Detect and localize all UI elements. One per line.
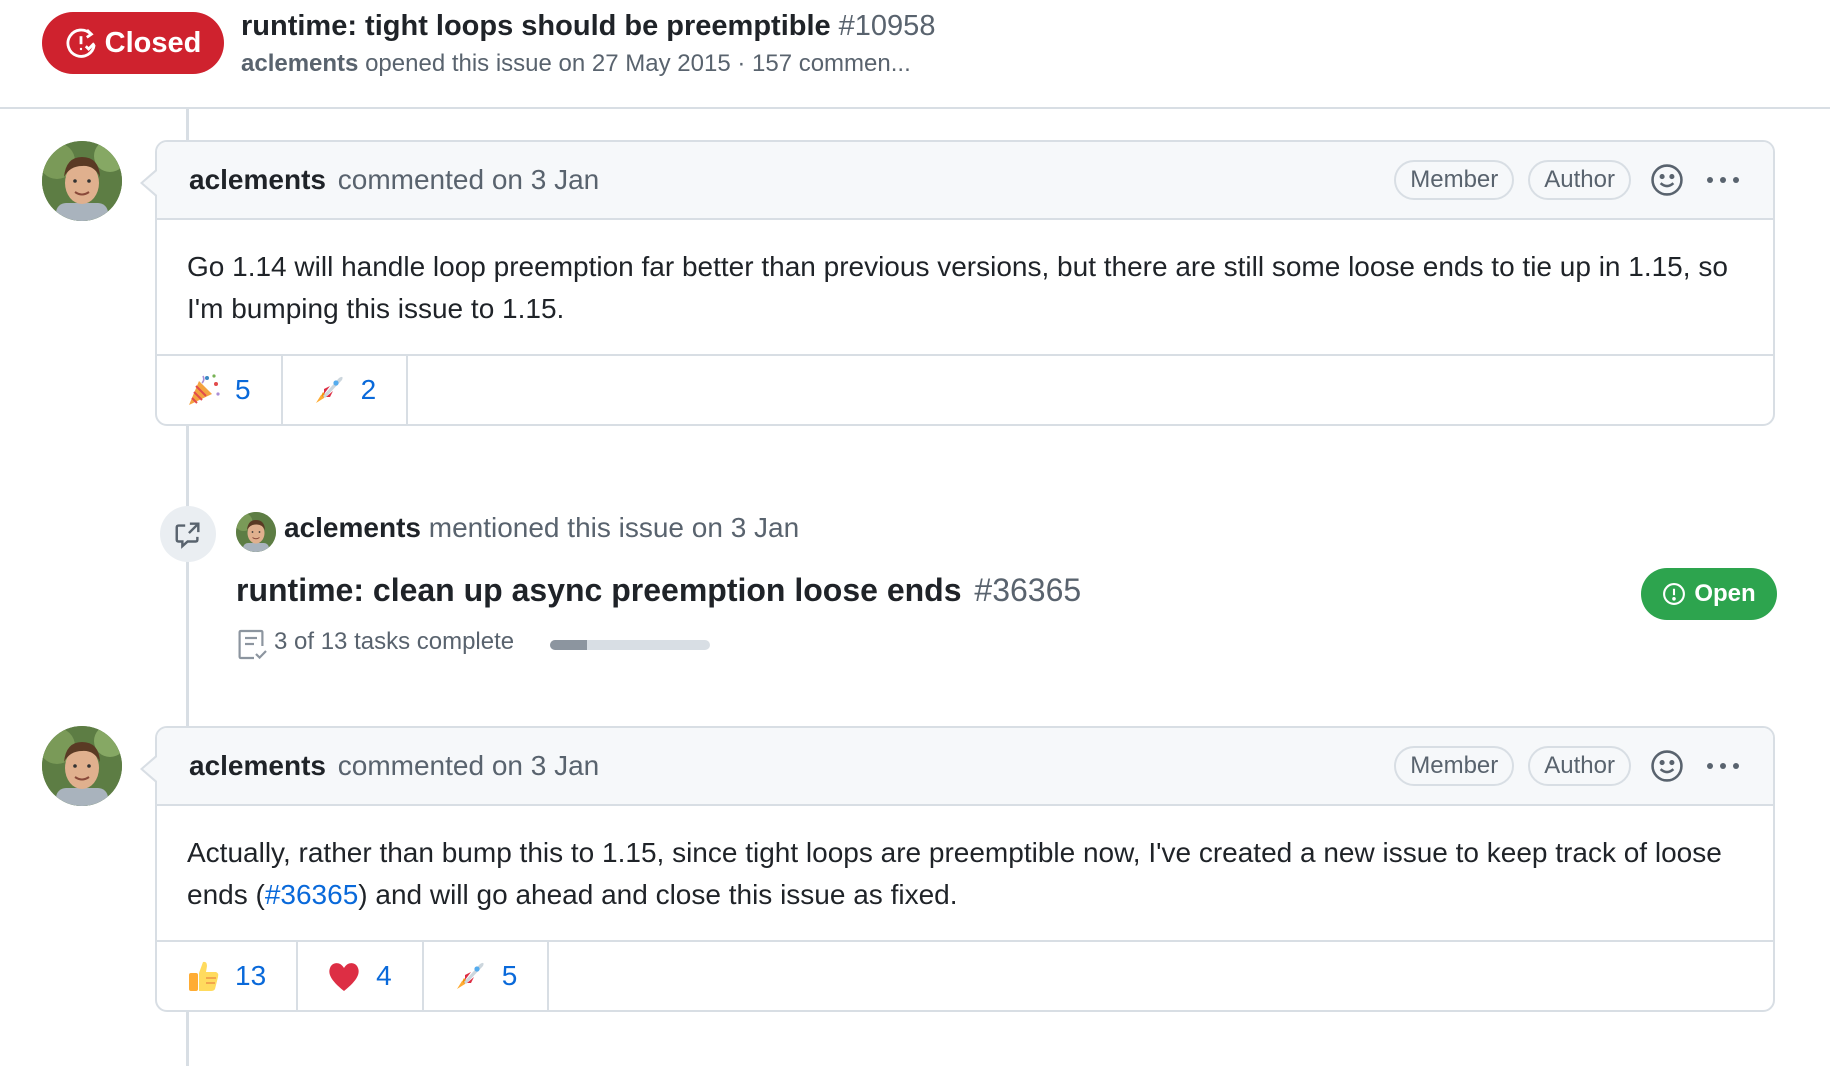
avatar[interactable] <box>236 512 276 552</box>
mention-action: mentioned this issue on 3 Jan <box>428 512 800 543</box>
avatar[interactable] <box>42 726 122 806</box>
avatar-image <box>42 141 122 221</box>
cross-reference-event-badge <box>160 506 216 562</box>
comment-header: aclements commented on 3 Jan Member Auth… <box>140 728 1773 806</box>
comment-caret-fill <box>143 757 157 781</box>
author-badge: Author <box>1528 746 1631 786</box>
reaction-count: 13 <box>235 960 267 991</box>
tasks-progress-fill <box>550 640 587 650</box>
comment-author-link[interactable]: aclements <box>189 164 326 195</box>
tasks-progress-text: 3 of 13 tasks complete <box>274 628 515 655</box>
tasks-progress-bar <box>550 640 710 650</box>
issue-author-link[interactable]: aclements <box>241 50 358 77</box>
mention-author-link[interactable]: aclements <box>284 512 421 543</box>
comment-header: aclements commented on 3 Jan Member Auth… <box>140 142 1773 220</box>
avatar-image <box>42 726 122 806</box>
add-reaction-button[interactable] <box>1647 160 1687 200</box>
author-badge: Author <box>1528 160 1631 200</box>
reaction-count: 4 <box>376 960 392 991</box>
smiley-icon <box>1651 750 1683 782</box>
issue-status-label: Closed <box>104 26 202 59</box>
issue-closed-icon <box>66 28 96 58</box>
reaction-button[interactable]: 13 <box>157 942 299 1010</box>
reaction-button[interactable]: 5 <box>157 356 283 424</box>
reaction-button[interactable]: 4 <box>298 942 424 1010</box>
comment-body-text: ) and will go ahead and close this issue… <box>358 879 958 910</box>
comment-body: Actually, rather than bump this to 1.15,… <box>157 806 1773 942</box>
reactions-bar: 13 4 5 <box>157 942 1773 1010</box>
checklist-icon <box>238 629 267 660</box>
comment-options-button[interactable] <box>1703 160 1743 200</box>
issue-title-text: runtime: tight loops should be preemptib… <box>241 10 831 42</box>
avatar[interactable] <box>42 141 122 221</box>
avatar-image <box>236 512 276 552</box>
kebab-horizontal-icon <box>1707 177 1739 183</box>
comment-header-text: aclements commented on 3 Jan <box>189 750 1380 782</box>
comment-timestamp-link[interactable]: commented on 3 Jan <box>338 164 600 195</box>
comment-header-text: aclements commented on 3 Jan <box>189 164 1380 196</box>
rocket-icon <box>315 376 343 403</box>
thumbs-up-icon <box>189 961 219 991</box>
reaction-count: 5 <box>235 374 251 405</box>
issue-title: runtime: tight loops should be preemptib… <box>241 10 935 43</box>
rocket-icon <box>456 962 484 989</box>
comment-options-button[interactable] <box>1703 746 1743 786</box>
reactions-bar: 5 2 <box>157 356 1773 424</box>
party-popper-icon <box>189 374 220 405</box>
issue-meta-text: opened this issue on 27 May 2015 · 157 c… <box>365 50 911 77</box>
kebab-horizontal-icon <box>1707 763 1739 769</box>
issue-status-badge: Closed <box>42 12 224 74</box>
reaction-count: 2 <box>360 374 377 405</box>
reaction-button[interactable]: 2 <box>283 356 409 424</box>
member-badge: Member <box>1394 746 1515 786</box>
member-badge: Member <box>1394 160 1515 200</box>
referenced-issue-number: #36365 <box>974 572 1082 608</box>
add-reaction-button[interactable] <box>1647 746 1687 786</box>
issue-number: #10958 <box>838 10 936 42</box>
comment-card: aclements commented on 3 Jan Member Auth… <box>140 140 1775 426</box>
referenced-issue-link[interactable]: runtime: clean up async preemption loose… <box>236 572 1081 609</box>
comment-author-link[interactable]: aclements <box>189 750 326 781</box>
issue-meta: aclements opened this issue on 27 May 20… <box>241 50 911 78</box>
reaction-count: 5 <box>501 960 518 991</box>
referenced-issue-status-badge: Open <box>1641 568 1777 620</box>
cross-reference-icon <box>175 522 200 549</box>
mention-event-text: aclements mentioned this issue on 3 Jan <box>284 512 799 544</box>
comment-timestamp-link[interactable]: commented on 3 Jan <box>338 750 600 781</box>
smiley-icon <box>1651 164 1683 196</box>
issue-opened-icon <box>1663 583 1686 605</box>
comment-body: Go 1.14 will handle loop preemption far … <box>157 220 1773 356</box>
comment-card: aclements commented on 3 Jan Member Auth… <box>140 726 1775 1012</box>
heart-icon <box>329 963 359 991</box>
referenced-issue-status-label: Open <box>1694 580 1756 607</box>
issue-sticky-header: Closed runtime: tight loops should be pr… <box>0 0 1830 109</box>
comment-caret-fill <box>143 171 157 195</box>
referenced-issue-title: runtime: clean up async preemption loose… <box>236 572 962 608</box>
issue-reference-link[interactable]: #36365 <box>265 879 358 910</box>
reaction-button[interactable]: 5 <box>424 942 550 1010</box>
